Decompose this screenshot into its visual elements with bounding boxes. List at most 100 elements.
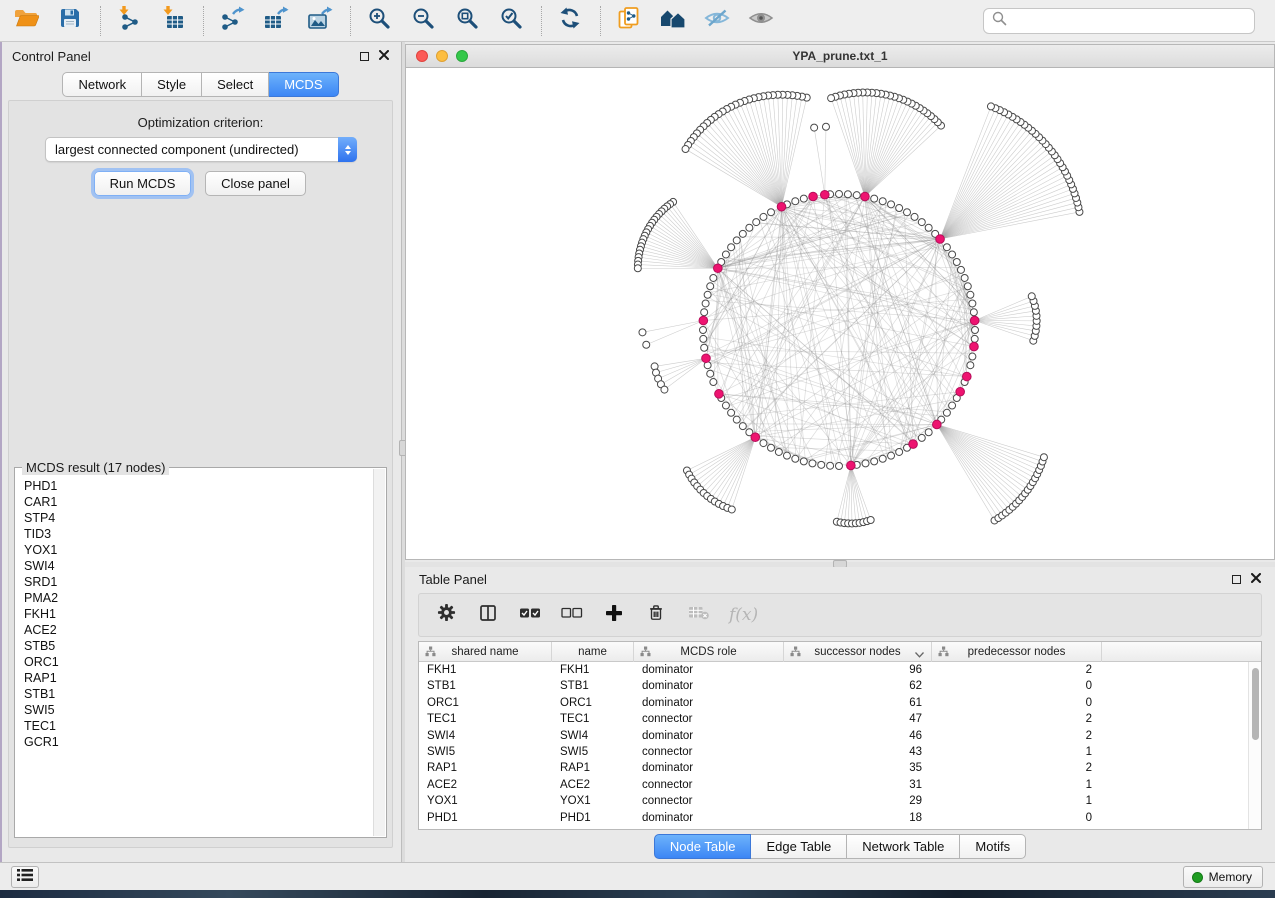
network-node[interactable]: [888, 452, 895, 459]
network-node[interactable]: [707, 283, 714, 290]
network-node[interactable]: [702, 300, 709, 307]
cell-predecessor-nodes[interactable]: 0: [932, 810, 1102, 826]
network-node[interactable]: [811, 124, 818, 131]
show-columns-button[interactable]: [477, 603, 499, 627]
table-row[interactable]: ACE2ACE2connector311: [419, 777, 1261, 793]
network-node[interactable]: [953, 259, 960, 266]
network-node[interactable]: [700, 335, 707, 342]
close-panel-button[interactable]: Close panel: [205, 171, 306, 196]
network-node[interactable]: [728, 244, 735, 251]
mcds-result-item[interactable]: SWI5: [24, 702, 372, 718]
first-neighbors-button[interactable]: [655, 5, 691, 37]
network-node[interactable]: [836, 191, 843, 198]
network-node[interactable]: [800, 458, 807, 465]
network-node[interactable]: [792, 198, 799, 205]
network-node[interactable]: [818, 461, 825, 468]
network-node[interactable]: [918, 219, 925, 226]
table-row[interactable]: YOX1YOX1connector291: [419, 793, 1261, 809]
table-row[interactable]: FKH1FKH1dominator962: [419, 662, 1261, 678]
zoom-selected-button[interactable]: [493, 5, 529, 37]
cell-name[interactable]: ORC1: [552, 695, 634, 711]
minimize-window-icon[interactable]: [436, 50, 448, 62]
delete-column-button[interactable]: [645, 603, 667, 627]
cell-predecessor-nodes[interactable]: 0: [932, 695, 1102, 711]
network-node[interactable]: [896, 448, 903, 455]
import-network-button[interactable]: [111, 5, 147, 37]
network-hub-node[interactable]: [956, 387, 965, 396]
network-node[interactable]: [739, 423, 746, 430]
network-node[interactable]: [682, 146, 689, 153]
cell-successor-nodes[interactable]: 18: [784, 810, 932, 826]
network-node[interactable]: [879, 455, 886, 462]
network-hub-node[interactable]: [777, 202, 786, 211]
cell-successor-nodes[interactable]: 43: [784, 744, 932, 760]
network-hub-node[interactable]: [962, 372, 971, 381]
mcds-result-item[interactable]: CAR1: [24, 494, 372, 510]
column-header-name[interactable]: name: [552, 642, 634, 662]
cell-name[interactable]: TEC1: [552, 711, 634, 727]
tab-network[interactable]: Network: [62, 72, 142, 97]
network-node[interactable]: [957, 266, 964, 273]
search-input[interactable]: [1013, 14, 1246, 29]
network-hub-node[interactable]: [714, 264, 723, 273]
network-node[interactable]: [701, 344, 708, 351]
table-row[interactable]: PHD1PHD1dominator180: [419, 810, 1261, 826]
cell-mcds-role[interactable]: connector: [634, 711, 784, 727]
zoom-in-button[interactable]: [361, 5, 397, 37]
maximize-window-icon[interactable]: [456, 50, 468, 62]
select-all-button[interactable]: [519, 603, 541, 627]
network-node[interactable]: [853, 192, 860, 199]
import-table-button[interactable]: [155, 5, 191, 37]
network-node[interactable]: [760, 440, 767, 447]
clone-network-button[interactable]: [611, 5, 647, 37]
network-node[interactable]: [961, 274, 968, 281]
tab-select[interactable]: Select: [202, 72, 269, 97]
network-node[interactable]: [746, 224, 753, 231]
mcds-result-item[interactable]: GCR1: [24, 734, 372, 750]
network-node[interactable]: [704, 291, 711, 298]
network-hub-node[interactable]: [751, 433, 760, 442]
network-node[interactable]: [722, 251, 729, 258]
table-options-button[interactable]: [435, 603, 457, 627]
network-node[interactable]: [634, 265, 641, 272]
network-node[interactable]: [967, 362, 974, 369]
network-node[interactable]: [809, 460, 816, 467]
network-node[interactable]: [822, 123, 829, 130]
network-node[interactable]: [1040, 454, 1047, 461]
cell-predecessor-nodes[interactable]: 1: [932, 777, 1102, 793]
network-node[interactable]: [643, 341, 650, 348]
export-image-button[interactable]: [302, 5, 338, 37]
cell-predecessor-nodes[interactable]: 1: [932, 744, 1102, 760]
network-hub-node[interactable]: [715, 390, 724, 399]
network-node[interactable]: [753, 219, 760, 226]
cell-name[interactable]: FKH1: [552, 662, 634, 678]
network-hub-node[interactable]: [861, 192, 870, 201]
column-header-mcds-role[interactable]: MCDS role: [634, 642, 784, 662]
deselect-all-button[interactable]: [561, 603, 583, 627]
cell-mcds-role[interactable]: dominator: [634, 760, 784, 776]
network-node[interactable]: [943, 244, 950, 251]
float-panel-icon[interactable]: [360, 52, 369, 61]
network-node[interactable]: [836, 463, 843, 470]
column-header-predecessor-nodes[interactable]: predecessor nodes: [932, 642, 1102, 662]
cell-predecessor-nodes[interactable]: 2: [932, 662, 1102, 678]
network-node[interactable]: [971, 335, 978, 342]
network-node[interactable]: [783, 452, 790, 459]
mcds-result-item[interactable]: TEC1: [24, 718, 372, 734]
zoom-fit-button[interactable]: [449, 5, 485, 37]
cell-shared-name[interactable]: YOX1: [419, 793, 552, 809]
search-box[interactable]: [983, 8, 1255, 34]
cell-predecessor-nodes[interactable]: 2: [932, 711, 1102, 727]
cell-mcds-role[interactable]: connector: [634, 793, 784, 809]
network-node[interactable]: [710, 274, 717, 281]
column-header-shared-name[interactable]: shared name: [419, 642, 552, 662]
cell-shared-name[interactable]: SWI5: [419, 744, 552, 760]
add-column-button[interactable]: [603, 603, 625, 627]
mcds-result-item[interactable]: PMA2: [24, 590, 372, 606]
network-node[interactable]: [728, 506, 735, 513]
export-network-button[interactable]: [214, 5, 250, 37]
mcds-result-item[interactable]: RAP1: [24, 670, 372, 686]
network-node[interactable]: [987, 103, 994, 110]
close-panel-icon[interactable]: [1251, 570, 1261, 588]
network-node[interactable]: [733, 237, 740, 244]
